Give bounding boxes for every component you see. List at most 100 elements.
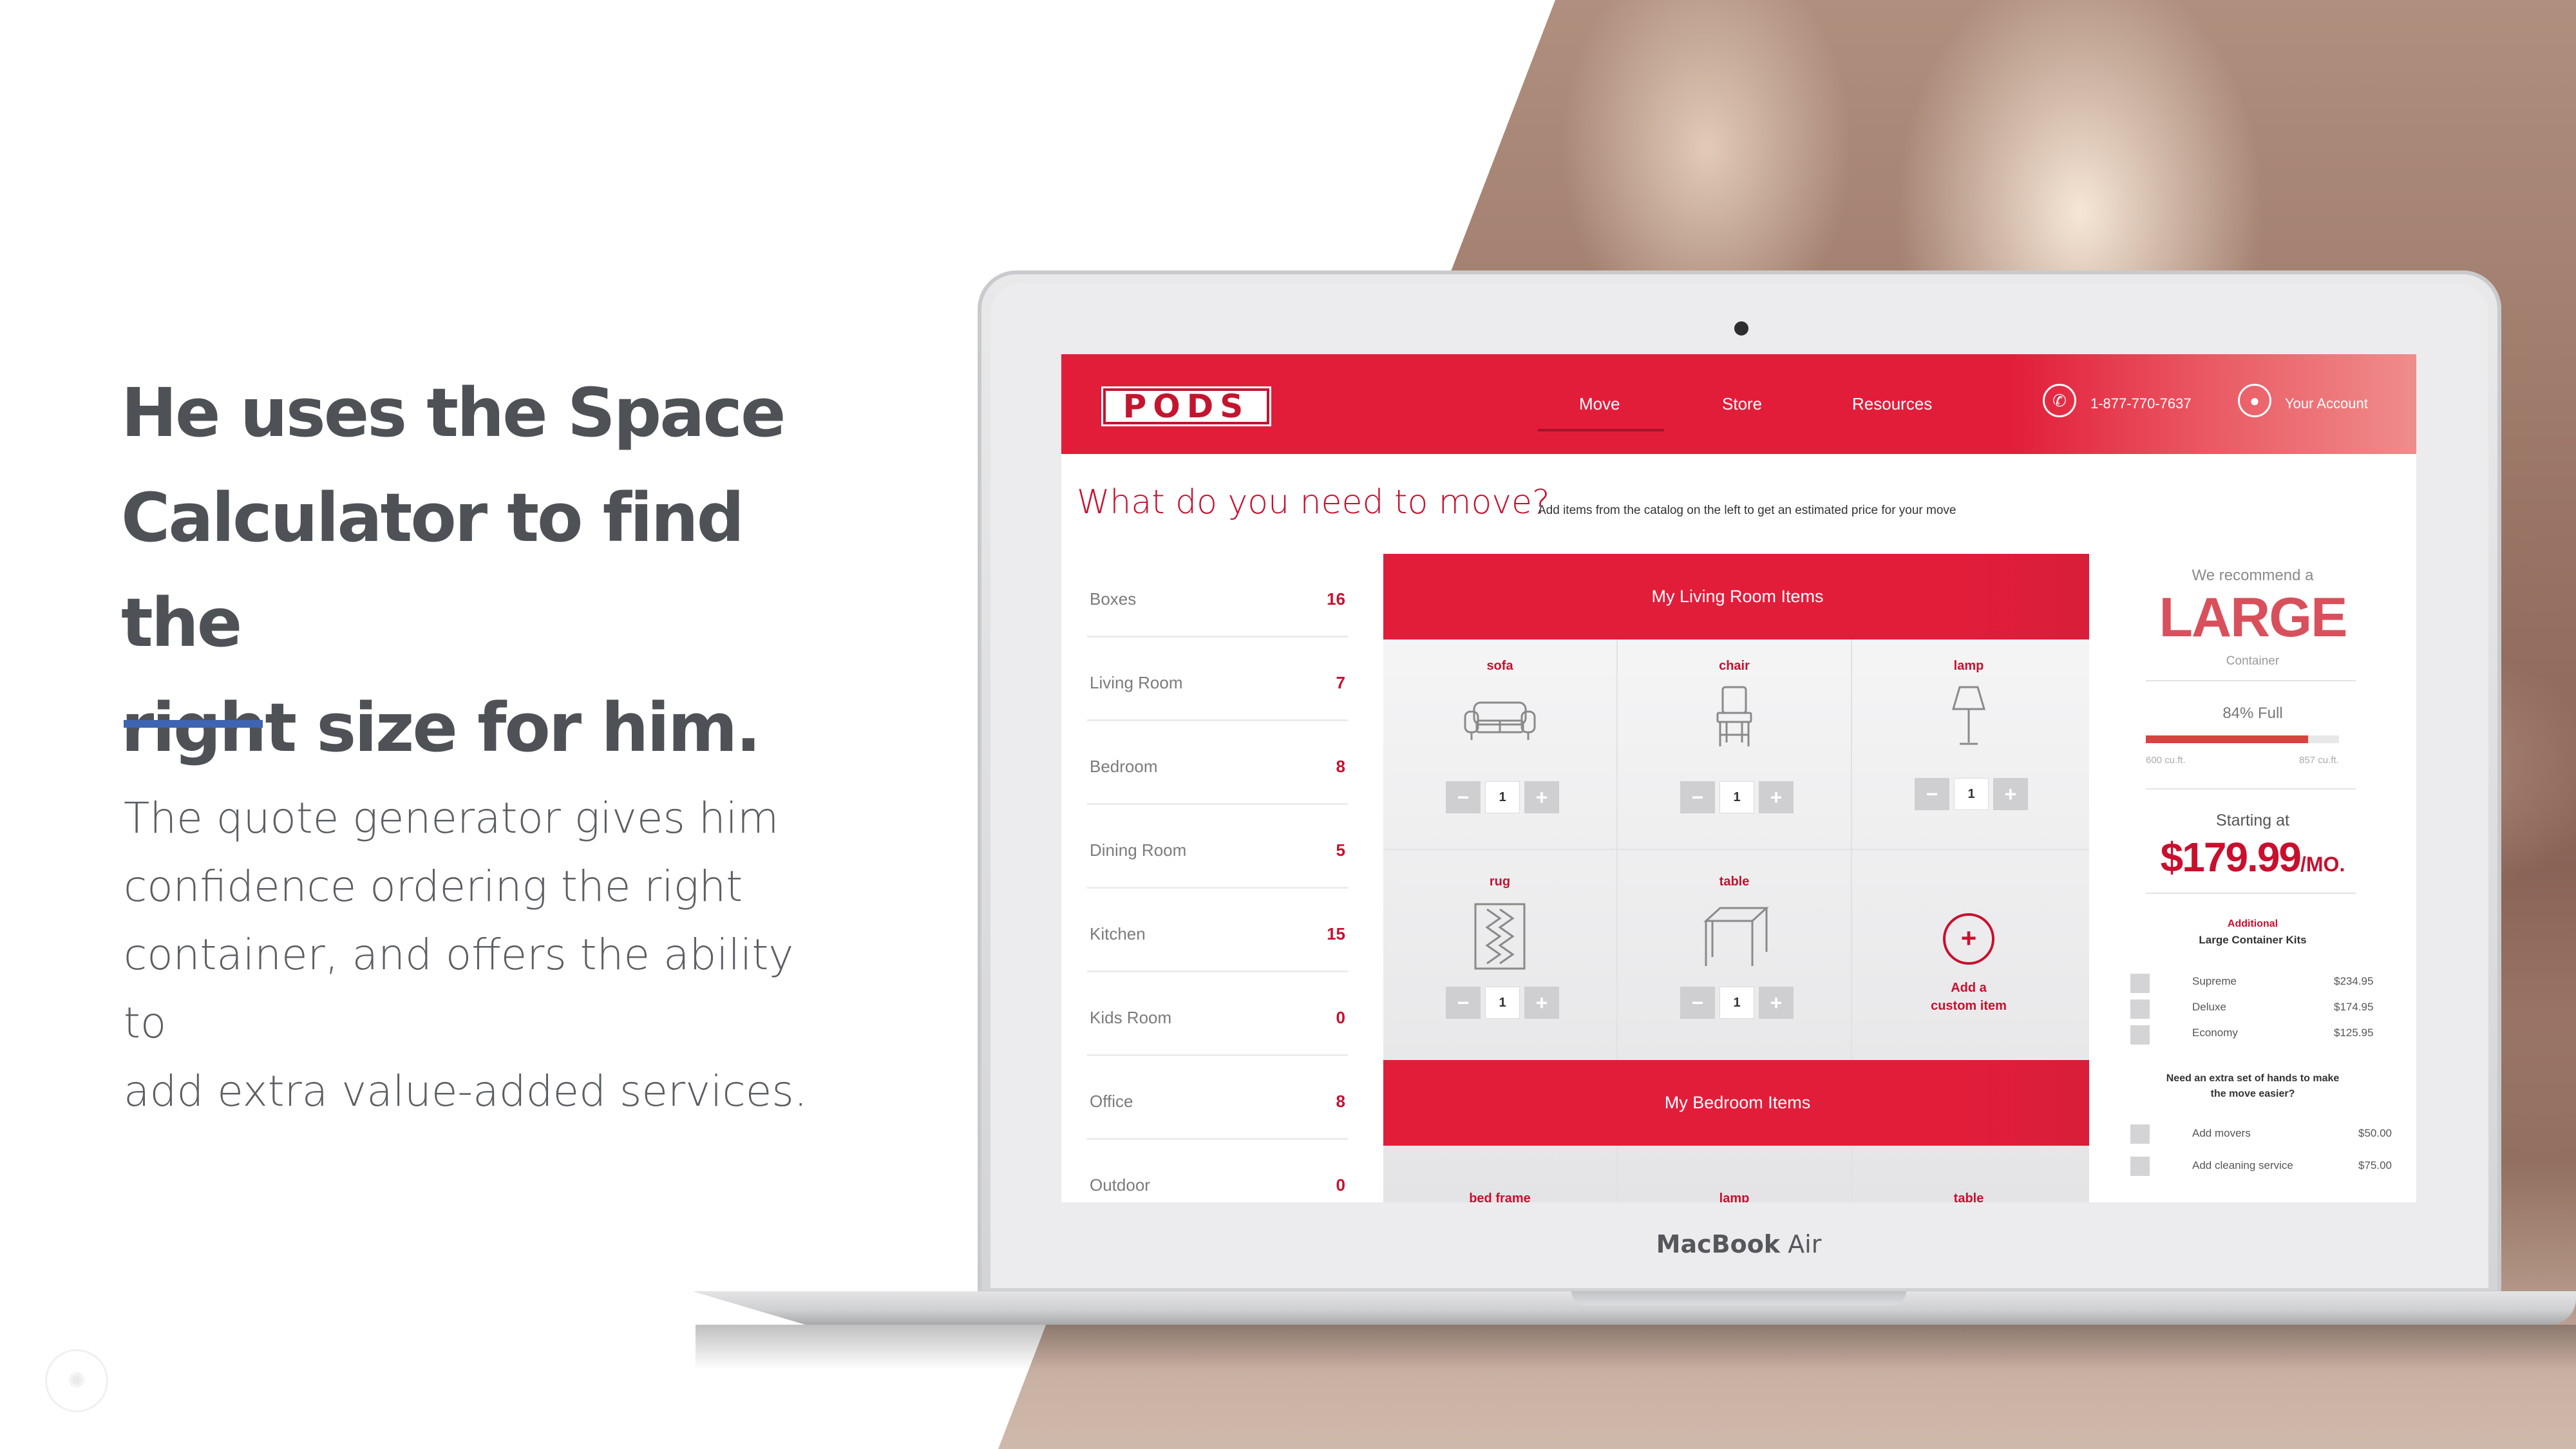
page-title: What do you need to move? (1077, 483, 1550, 522)
item-card-chair: chair − 1 + (1618, 639, 1851, 852)
add-custom-item-label[interactable]: Add a custom item (1852, 979, 2085, 1015)
kit-price: $125.95 (2334, 1027, 2374, 1039)
nav-store[interactable]: Store (1722, 394, 1762, 414)
category-name: Living Room (1090, 673, 1183, 692)
laptop-notch (1571, 1291, 1906, 1305)
kits-title-line2: Large Container Kits (2199, 934, 2307, 946)
body-line: container, and offers the ability to (124, 930, 794, 1048)
category-outdoor[interactable]: Outdoor 0 (1087, 1140, 1348, 1202)
category-dining-room[interactable]: Dining Room 5 (1087, 805, 1348, 889)
bedroom-heading: My Bedroom Items (1383, 1060, 2092, 1146)
decrement-button[interactable]: − (1446, 987, 1481, 1019)
decrement-button[interactable]: − (1915, 778, 1949, 810)
slide-body: The quote generator gives him confidence… (124, 784, 832, 1126)
category-office[interactable]: Office 8 (1087, 1056, 1348, 1140)
quantity-value[interactable]: 1 (1719, 987, 1754, 1019)
item-card-rug: rug − 1 + (1383, 850, 1616, 1063)
capacity-min: 600 cu.ft. (2146, 755, 2186, 766)
watermark-logo-icon: ✺ (45, 1349, 108, 1412)
add-custom-item-card[interactable]: + Add a custom item (1852, 850, 2085, 1063)
item-name: sofa (1486, 659, 1513, 673)
category-bedroom[interactable]: Bedroom 8 (1087, 721, 1348, 805)
category-name: Dining Room (1090, 840, 1187, 860)
category-name: Office (1090, 1092, 1133, 1111)
capacity-bar (2146, 735, 2339, 743)
category-count: 8 (1336, 1092, 1345, 1111)
capacity-max: 857 cu.ft. (2299, 755, 2339, 766)
kit-name: Supreme (2192, 975, 2237, 987)
nav-active-indicator (1538, 429, 1664, 431)
recommended-size: LARGE (2159, 587, 2348, 649)
service-name: Add cleaning service (2192, 1159, 2293, 1171)
headline-line: Calculator to find the (121, 478, 744, 662)
increment-button[interactable]: + (1759, 987, 1794, 1019)
category-name: Outdoor (1090, 1175, 1150, 1195)
headline-line: He uses the Space (121, 374, 786, 452)
lamp-icon (1951, 686, 1986, 745)
increment-button[interactable]: + (1524, 781, 1559, 813)
category-name: Bedroom (1090, 757, 1158, 776)
category-living-room[interactable]: Living Room 7 (1087, 638, 1348, 721)
item-name: rug (1489, 875, 1511, 889)
accent-rule (124, 720, 263, 728)
increment-button[interactable]: + (1759, 781, 1794, 813)
quantity-stepper: − 1 + (1680, 781, 1794, 813)
kit-checkbox[interactable] (2130, 999, 2150, 1019)
item-name: table (1719, 875, 1750, 889)
quantity-stepper: − 1 + (1446, 987, 1559, 1019)
decrement-button[interactable]: − (1446, 781, 1481, 813)
service-name: Add movers (2192, 1127, 2251, 1139)
kits-title-line1: Additional (2227, 918, 2278, 929)
account-icon[interactable]: ● (2238, 384, 2271, 417)
quantity-value[interactable]: 1 (1719, 781, 1754, 813)
decrement-button[interactable]: − (1680, 781, 1715, 813)
kit-checkbox[interactable] (2130, 1025, 2150, 1045)
body-line: confidence ordering the right (124, 862, 743, 911)
quantity-stepper: − 1 + (1446, 781, 1559, 813)
item-name-partial: bed frame (1469, 1191, 1531, 1202)
headline-line: right size for him. (121, 688, 761, 767)
table-icon (1703, 907, 1769, 966)
category-boxes[interactable]: Boxes 16 (1087, 554, 1348, 638)
kit-checkbox[interactable] (2130, 974, 2150, 993)
category-count: 0 (1336, 1008, 1345, 1027)
increment-button[interactable]: + (1524, 987, 1559, 1019)
capacity-label: 84% Full (2222, 705, 2283, 722)
add-icon[interactable]: + (1943, 913, 1994, 965)
category-count: 7 (1336, 673, 1345, 692)
price-display: $179.99/MO. (2089, 833, 2416, 881)
service-checkbox[interactable] (2130, 1157, 2150, 1176)
decrement-button[interactable]: − (1680, 987, 1715, 1019)
divider (2146, 788, 2356, 790)
item-name: lamp (1953, 659, 1984, 673)
category-count: 16 (1327, 589, 1345, 609)
item-name-partial: table (1953, 1191, 1984, 1202)
quantity-stepper: − 1 + (1915, 778, 2028, 810)
laptop-shadow (696, 1325, 2576, 1370)
quantity-value[interactable]: 1 (1485, 781, 1520, 813)
slide-headline: He uses the Space Calculator to find the… (121, 361, 829, 781)
monthly-price: $179.99 (2160, 834, 2302, 880)
rug-icon (1474, 903, 1526, 970)
nav-resources[interactable]: Resources (1852, 394, 1932, 414)
service-checkbox[interactable] (2130, 1124, 2150, 1144)
item-name: chair (1719, 659, 1750, 673)
nav-account[interactable]: Your Account (2285, 395, 2368, 412)
category-kitchen[interactable]: Kitchen 15 (1087, 889, 1348, 972)
increment-button[interactable]: + (1993, 778, 2028, 810)
nav-move[interactable]: Move (1579, 394, 1620, 414)
category-count: 0 (1336, 1175, 1345, 1195)
living-room-heading: My Living Room Items (1383, 554, 2092, 639)
laptop-screen: PODS Move Store Resources ✆ 1-877-770-76… (1061, 354, 2416, 1202)
phone-icon[interactable]: ✆ (2043, 384, 2076, 417)
item-card-sofa: sofa − 1 + (1383, 639, 1616, 852)
quantity-value[interactable]: 1 (1485, 987, 1520, 1019)
nav-phone[interactable]: 1-877-770-7637 (2090, 395, 2192, 412)
body-line: The quote generator gives him (124, 793, 779, 843)
category-kids-room[interactable]: Kids Room 0 (1087, 972, 1348, 1056)
pods-logo[interactable]: PODS (1101, 386, 1271, 426)
category-name: Boxes (1090, 589, 1137, 609)
quantity-value[interactable]: 1 (1954, 778, 1989, 810)
category-count: 8 (1336, 757, 1345, 776)
category-count: 15 (1327, 924, 1345, 943)
